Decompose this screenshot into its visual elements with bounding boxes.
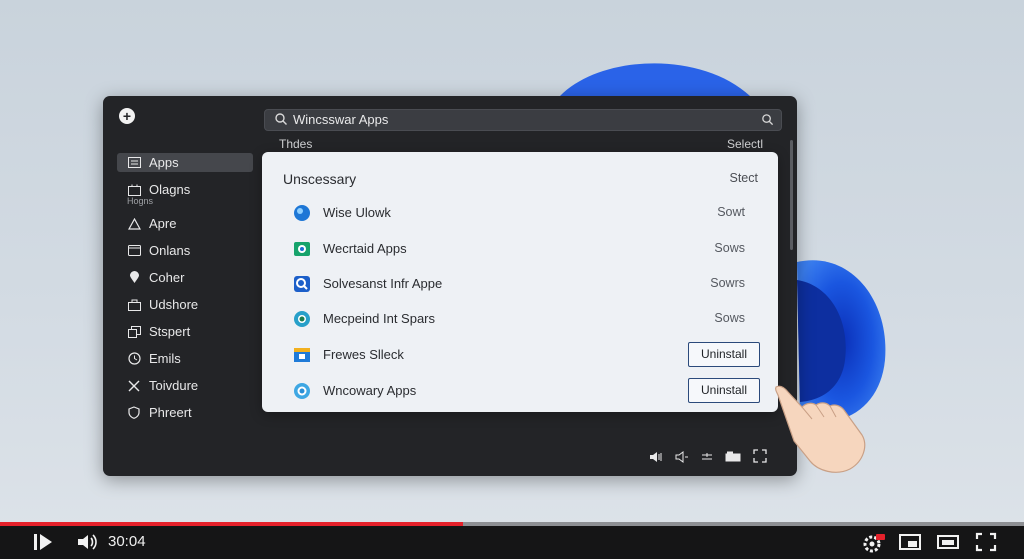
fullscreen-icon[interactable] <box>753 449 767 468</box>
sidebar-item-toivdure[interactable]: Toivdure <box>117 372 253 399</box>
pointing-hand-icon <box>775 385 866 473</box>
clock-icon <box>127 352 141 366</box>
sidebar-item-apre[interactable]: Apre <box>117 210 253 237</box>
app-status: Sowt <box>717 205 745 219</box>
sidebar-item-label: Stspert <box>149 324 191 339</box>
sidebar-item-emils[interactable]: Emils <box>117 345 253 372</box>
fullscreen-icon[interactable] <box>975 532 997 552</box>
sidebar-item-label: Olagns <box>149 182 191 197</box>
list-item[interactable]: Wecrtaid Apps Sows <box>262 233 778 265</box>
select-all-link[interactable]: Stect <box>730 171 759 185</box>
search-input[interactable]: Wincsswar Apps <box>293 112 388 127</box>
store-icon <box>294 348 310 362</box>
layers-icon <box>127 325 141 339</box>
list-item[interactable]: Wncowary Apps Uninstall <box>262 375 778 407</box>
time-display: 30:04 <box>108 533 146 550</box>
list-item[interactable]: Solvesanst Infr Appe Sowrs <box>262 268 778 300</box>
app-status: Sowrs <box>710 276 745 290</box>
window-toolbar <box>649 449 767 468</box>
store-icon <box>127 298 141 312</box>
uninstall-button[interactable]: Uninstall <box>688 378 760 403</box>
caption-icon[interactable] <box>725 450 741 468</box>
search-icon[interactable] <box>761 113 774 126</box>
sidebar-item-stspert[interactable]: Stspert <box>117 318 253 345</box>
sidebar-item-label: Apps <box>149 155 179 170</box>
sidebar: Apps Olagns Hogns Apre Onlans Coher Udsh… <box>117 153 253 426</box>
search-icon <box>275 113 287 125</box>
sidebar-item-label: Apre <box>149 216 177 231</box>
sidebar-item-coher[interactable]: Coher <box>117 264 253 291</box>
add-icon[interactable]: + <box>119 108 135 124</box>
app-name: Mecpeind Int Spars <box>323 311 436 326</box>
app-name: Wise Ulowk <box>323 205 391 220</box>
volume-icon[interactable] <box>76 532 98 552</box>
sidebar-item-label: Emils <box>149 351 181 366</box>
column-header-right[interactable]: Selectl <box>727 137 763 151</box>
apps-icon <box>127 156 141 170</box>
video-controls: 30:04 <box>0 526 1024 559</box>
sidebar-item-udshore[interactable]: Udshore <box>117 291 253 318</box>
sidebar-item-label: Toivdure <box>149 378 199 393</box>
close-icon <box>127 379 141 393</box>
sidebar-item-label: Phreert <box>149 405 192 420</box>
chrome-icon <box>294 311 310 327</box>
speaker-icon[interactable] <box>649 450 663 468</box>
app-name: Wncowary Apps <box>323 383 417 398</box>
app-name: Solvesanst Infr Appe <box>323 276 443 291</box>
miniplayer-icon[interactable] <box>899 532 921 552</box>
camera-icon <box>294 242 310 256</box>
sidebar-item-phreert[interactable]: Phreert <box>117 399 253 426</box>
settings-icon[interactable] <box>701 450 713 468</box>
app-status: Sows <box>714 241 745 255</box>
globe-icon <box>294 205 310 221</box>
list-item[interactable]: Wise Ulowk Sowt <box>262 197 778 229</box>
sidebar-item-label: Onlans <box>149 243 191 258</box>
uninstall-button[interactable]: Uninstall <box>688 342 760 367</box>
uninstall-panel: Unscessary Stect Wise Ulowk Sowt Wecrtai… <box>262 152 778 412</box>
app-name: Frewes Slleck <box>323 347 404 362</box>
sidebar-item-olagns[interactable]: Olagns <box>117 176 253 203</box>
shield-icon <box>127 406 141 420</box>
triangle-icon <box>127 217 141 231</box>
volume-icon[interactable] <box>675 450 689 468</box>
app-name: Wecrtaid Apps <box>323 241 407 256</box>
circle-icon <box>294 383 310 399</box>
search-icon <box>294 276 310 292</box>
app-status: Sows <box>714 311 745 325</box>
sidebar-item-apps[interactable]: Apps <box>117 153 253 172</box>
sidebar-item-label: Udshore <box>149 297 199 312</box>
list-item[interactable]: Frewes Slleck Uninstall <box>262 339 778 371</box>
search-bar[interactable]: Wincsswar Apps <box>264 109 782 131</box>
box-icon <box>127 183 141 197</box>
scrollbar[interactable] <box>790 140 793 250</box>
list-item[interactable]: Mecpeind Int Spars Sows <box>262 303 778 335</box>
theater-mode-icon[interactable] <box>937 532 959 552</box>
play-icon[interactable] <box>32 532 54 552</box>
sidebar-item-onlans[interactable]: Onlans <box>117 237 253 264</box>
column-header-left: Thdes <box>279 137 313 151</box>
sidebar-item-label: Coher <box>149 270 185 285</box>
gear-icon[interactable] <box>862 532 886 554</box>
panel-title: Unscessary <box>283 171 357 187</box>
location-icon <box>127 271 141 285</box>
window-icon <box>127 244 141 258</box>
